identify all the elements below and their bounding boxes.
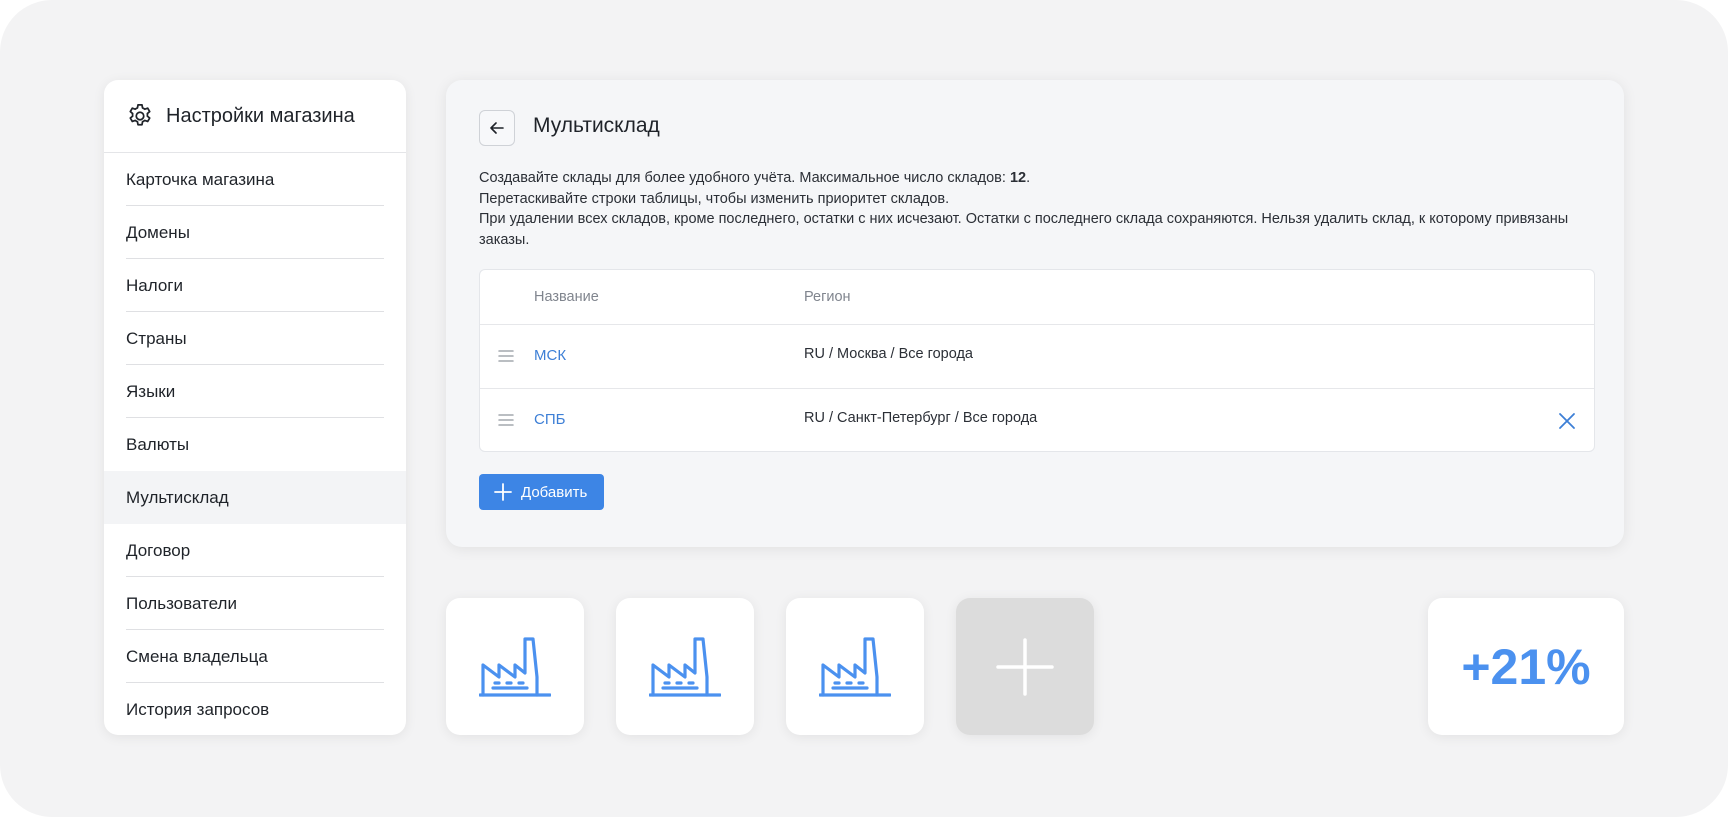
drag-handle-icon[interactable] — [498, 413, 514, 427]
sidebar-item-store-card[interactable]: Карточка магазина — [104, 153, 406, 206]
description-line-3: При удалении всех складов, кроме последн… — [479, 211, 1569, 248]
sidebar-title: Настройки магазина — [166, 104, 355, 127]
sidebar-item-request-history[interactable]: История запросов — [104, 683, 406, 735]
drag-handle-icon[interactable] — [498, 349, 514, 363]
stat-tile: +21% — [1428, 598, 1624, 735]
warehouse-name-link[interactable]: МСК — [534, 347, 566, 364]
background-canvas: Настройки магазина Карточка магазина Дом… — [0, 0, 1728, 817]
warehouse-tile — [446, 598, 584, 735]
arrow-left-icon — [490, 122, 504, 134]
add-warehouse-tile[interactable] — [956, 598, 1094, 735]
settings-sidebar: Настройки магазина Карточка магазина Дом… — [104, 80, 406, 735]
sidebar-item-currencies[interactable]: Валюты — [104, 418, 406, 471]
max-warehouses-value: 12 — [1009, 170, 1027, 186]
warehouse-name-link[interactable]: СПБ — [534, 411, 565, 428]
plus-icon — [494, 483, 512, 501]
warehouse-region: RU / Москва / Все города — [804, 346, 974, 362]
description-line-1-suffix: . — [1026, 170, 1031, 186]
factory-icon — [649, 636, 721, 697]
add-warehouse-button[interactable]: Добавить — [479, 474, 604, 510]
add-button-label: Добавить — [521, 483, 588, 501]
sidebar-item-taxes[interactable]: Налоги — [104, 259, 406, 312]
description-line-2: Перетаскивайте строки таблицы, чтобы изм… — [479, 190, 950, 207]
sidebar-item-users[interactable]: Пользователи — [104, 577, 406, 630]
plus-icon — [996, 637, 1054, 696]
warehouses-table: Название Регион МСК RU / Москва / Все го… — [479, 269, 1595, 452]
sidebar-menu: Карточка магазина Домены Налоги Страны Я… — [104, 153, 406, 735]
table-row[interactable]: МСК RU / Москва / Все города — [480, 325, 1594, 389]
sidebar-header: Настройки магазина — [104, 80, 406, 153]
stat-value: +21% — [1461, 638, 1591, 695]
description-line-1-text: Создавайте склады для более удобного учё… — [479, 170, 1010, 186]
description: Создавайте склады для более удобного учё… — [479, 168, 1589, 250]
table-row[interactable]: СПБ RU / Санкт-Петербург / Все города — [480, 389, 1594, 453]
sidebar-item-contract[interactable]: Договор — [104, 524, 406, 577]
column-header-name: Название — [534, 289, 599, 305]
column-header-region: Регион — [804, 289, 851, 305]
gear-icon — [126, 102, 154, 130]
factory-icon — [479, 636, 551, 697]
multiwarehouse-panel: Мультисклад Создавайте склады для более … — [446, 80, 1624, 547]
factory-icon — [819, 636, 891, 697]
description-line-1: Создавайте склады для более удобного учё… — [479, 168, 1589, 189]
table-header: Название Регион — [480, 270, 1594, 325]
sidebar-item-languages[interactable]: Языки — [104, 365, 406, 418]
sidebar-item-countries[interactable]: Страны — [104, 312, 406, 365]
back-button[interactable] — [479, 110, 515, 146]
sidebar-item-multiwarehouse[interactable]: Мультисклад — [104, 471, 406, 524]
page-title: Мультисклад — [533, 114, 660, 137]
sidebar-item-domains[interactable]: Домены — [104, 206, 406, 259]
warehouse-tile — [786, 598, 924, 735]
delete-icon[interactable] — [1557, 411, 1577, 431]
warehouse-tile — [616, 598, 754, 735]
sidebar-item-change-owner[interactable]: Смена владельца — [104, 630, 406, 683]
warehouse-region: RU / Санкт-Петербург / Все города — [804, 410, 1038, 426]
